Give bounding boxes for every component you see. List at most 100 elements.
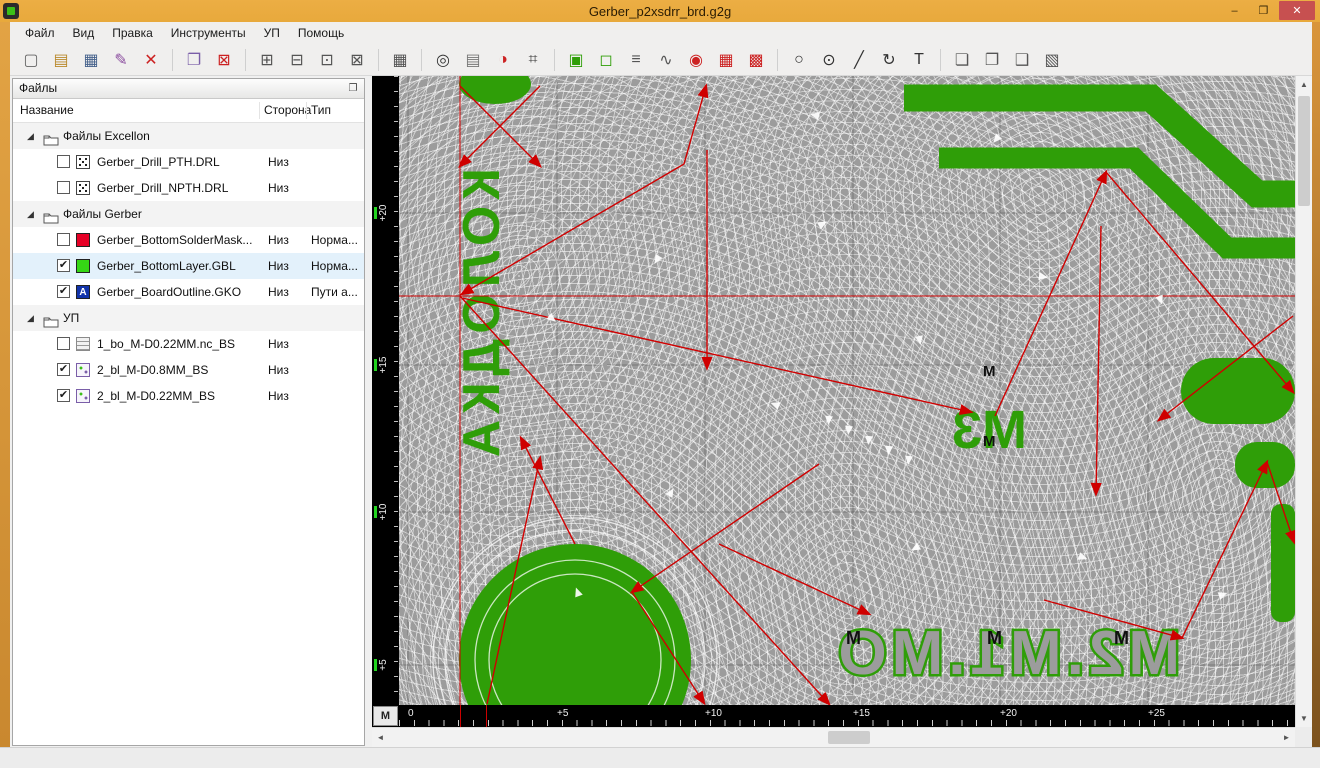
tree-group-row[interactable]: ◢ УП xyxy=(13,305,364,331)
visibility-checkbox[interactable]: ✔ xyxy=(57,259,70,272)
file-name: Gerber_BottomLayer.GBL xyxy=(97,259,236,273)
tree-file-row[interactable]: 1_bo_M-D0.22MM.nc_BS Низ xyxy=(13,331,364,357)
float-panel-icon[interactable]: ❐ xyxy=(346,81,360,95)
units-button[interactable]: M xyxy=(373,706,398,726)
visibility-checkbox[interactable] xyxy=(57,181,70,194)
draw-circle-button[interactable]: ○ xyxy=(786,47,812,73)
polyline-tool-button[interactable]: ∿ xyxy=(653,47,679,73)
array-tool-button[interactable]: ▩ xyxy=(743,47,769,73)
scrollbar-corner xyxy=(1295,727,1312,747)
tree-group-row[interactable]: ◢ Файлы Gerber xyxy=(13,201,364,227)
menu-item-4[interactable]: УП xyxy=(255,22,289,44)
ratline-on-ruler xyxy=(460,705,461,727)
file-name: Gerber_BottomSolderMask... xyxy=(97,233,253,247)
edit-file-button[interactable]: ✎ xyxy=(108,47,134,73)
tile-view-button[interactable]: ▦ xyxy=(387,47,413,73)
tree-file-row[interactable]: Gerber_Drill_PTH.DRL Низ xyxy=(13,149,364,175)
expander-icon[interactable]: ◢ xyxy=(27,201,34,227)
horizontal-ruler: M 0 +5 +10 +15 +20 +25 xyxy=(372,705,1295,727)
desktop-strip-left xyxy=(0,22,10,747)
menu-item-0[interactable]: Файл xyxy=(16,22,64,44)
file-side: Низ xyxy=(268,389,289,403)
pcb-canvas[interactable]: КОЛОДКА M3 M2.M1.MO M M M M M xyxy=(399,76,1295,705)
group-label: Файлы Excellon xyxy=(63,129,150,143)
minimize-button[interactable]: – xyxy=(1221,1,1248,20)
tree-file-row[interactable]: Gerber_BottomSolderMask... Низ Норма... xyxy=(13,227,364,253)
copper-circle-pad xyxy=(459,544,691,705)
expander-icon[interactable]: ◢ xyxy=(27,123,34,149)
tree-file-row[interactable]: ✔ A Gerber_BoardOutline.GKO Низ Пути а... xyxy=(13,279,364,305)
menu-item-3[interactable]: Инструменты xyxy=(162,22,255,44)
menu-item-2[interactable]: Правка xyxy=(103,22,162,44)
horizontal-scrollbar[interactable]: ◄ ► xyxy=(372,727,1295,747)
vertical-scrollbar[interactable]: ▲ ▼ xyxy=(1295,76,1312,727)
tree-file-row[interactable]: ✔ 2_bl_M-D0.8MM_BS Низ xyxy=(13,357,364,383)
column-header-side[interactable]: Сторона xyxy=(264,103,311,117)
frame-tool-button[interactable]: ▣ xyxy=(563,47,589,73)
draw-pad-button[interactable]: ⊙ xyxy=(816,47,842,73)
paste-object-button[interactable]: ❐ xyxy=(979,47,1005,73)
visibility-checkbox[interactable]: ✔ xyxy=(57,389,70,402)
draw-line-button[interactable]: ╱ xyxy=(846,47,872,73)
zoom-selection-button[interactable]: ⊡ xyxy=(314,47,340,73)
scroll-up-icon[interactable]: ▲ xyxy=(1296,76,1312,93)
visibility-checkbox[interactable]: ✔ xyxy=(57,285,70,298)
draw-text-button[interactable]: T xyxy=(906,47,932,73)
select-object-button[interactable]: ▧ xyxy=(1039,47,1065,73)
scroll-right-icon[interactable]: ► xyxy=(1278,728,1295,746)
column-header-name[interactable]: Название xyxy=(20,103,74,117)
aperture-view-button[interactable]: ◎ xyxy=(430,47,456,73)
drill-map-button[interactable]: ⌗ xyxy=(520,47,546,73)
menu-item-1[interactable]: Вид xyxy=(64,22,104,44)
copy-object-button[interactable]: ❏ xyxy=(949,47,975,73)
visibility-checkbox[interactable] xyxy=(57,233,70,246)
vertical-scroll-thumb[interactable] xyxy=(1298,96,1310,206)
save-file-button[interactable]: ▦ xyxy=(78,47,104,73)
toolbar-separator xyxy=(940,48,941,71)
scroll-down-icon[interactable]: ▼ xyxy=(1296,710,1312,727)
properties-panel-button[interactable]: ▤ xyxy=(460,47,486,73)
window-title: Gerber_p2xsdrr_brd.g2g xyxy=(588,3,732,19)
silkscreen-text-left: КОЛОДКА xyxy=(453,168,511,463)
tree-file-row[interactable]: ✔ Gerber_BottomLayer.GBL Низ Норма... xyxy=(13,253,364,279)
file-side: Низ xyxy=(268,155,289,169)
toolbar-separator xyxy=(554,48,555,71)
layers-list-button[interactable]: ≡ xyxy=(623,47,649,73)
outline-tool-button[interactable]: ◻ xyxy=(593,47,619,73)
menu-item-5[interactable]: Помощь xyxy=(289,22,353,44)
merge-files-button[interactable]: ❐ xyxy=(181,47,207,73)
duplicate-object-button[interactable]: ❑ xyxy=(1009,47,1035,73)
target-tool-button[interactable]: ◉ xyxy=(683,47,709,73)
zoom-fit-button[interactable]: ⊟ xyxy=(284,47,310,73)
expander-icon[interactable]: ◢ xyxy=(27,305,34,331)
files-panel-header[interactable]: Файлы ❐ xyxy=(13,79,364,99)
ruler-mark xyxy=(374,659,377,671)
close-button[interactable]: ✕ xyxy=(1279,1,1315,20)
visibility-checkbox[interactable] xyxy=(57,155,70,168)
fill-mode-button[interactable]: ◑ xyxy=(490,47,516,73)
zoom-window-button[interactable]: ⊞ xyxy=(254,47,280,73)
title-bar[interactable]: Gerber_p2xsdrr_brd.g2g – ❐ ✕ xyxy=(0,0,1320,22)
close-file-button[interactable]: ✕ xyxy=(138,47,164,73)
drill-file-icon xyxy=(76,155,90,169)
maximize-button[interactable]: ❐ xyxy=(1250,1,1277,20)
draw-arc-button[interactable]: ↻ xyxy=(876,47,902,73)
files-table-header: Название Сторона Тип xyxy=(13,99,364,123)
tree-file-row[interactable]: Gerber_Drill_NPTH.DRL Низ xyxy=(13,175,364,201)
tree-file-row[interactable]: ✔ 2_bl_M-D0.22MM_BS Низ xyxy=(13,383,364,409)
files-tree: ◢ Файлы Excellon Gerber_Drill_PTH.DRL Низ Ge… xyxy=(13,123,364,409)
column-header-type[interactable]: Тип xyxy=(311,103,331,117)
tree-group-row[interactable]: ◢ Файлы Excellon xyxy=(13,123,364,149)
scroll-left-icon[interactable]: ◄ xyxy=(372,728,389,746)
horizontal-scroll-thumb[interactable] xyxy=(828,731,870,744)
zoom-all-button[interactable]: ⊠ xyxy=(344,47,370,73)
close-project-button[interactable]: ⊠ xyxy=(211,47,237,73)
group-label: УП xyxy=(63,311,80,325)
new-file-button[interactable]: ▢ xyxy=(18,47,44,73)
open-file-button[interactable]: ▤ xyxy=(48,47,74,73)
visibility-checkbox[interactable] xyxy=(57,337,70,350)
visibility-checkbox[interactable]: ✔ xyxy=(57,363,70,376)
file-name: 1_bo_M-D0.22MM.nc_BS xyxy=(97,337,236,351)
hatch-tool-button[interactable]: ▦ xyxy=(713,47,739,73)
h-ruler-label: +20 xyxy=(1000,708,1017,719)
